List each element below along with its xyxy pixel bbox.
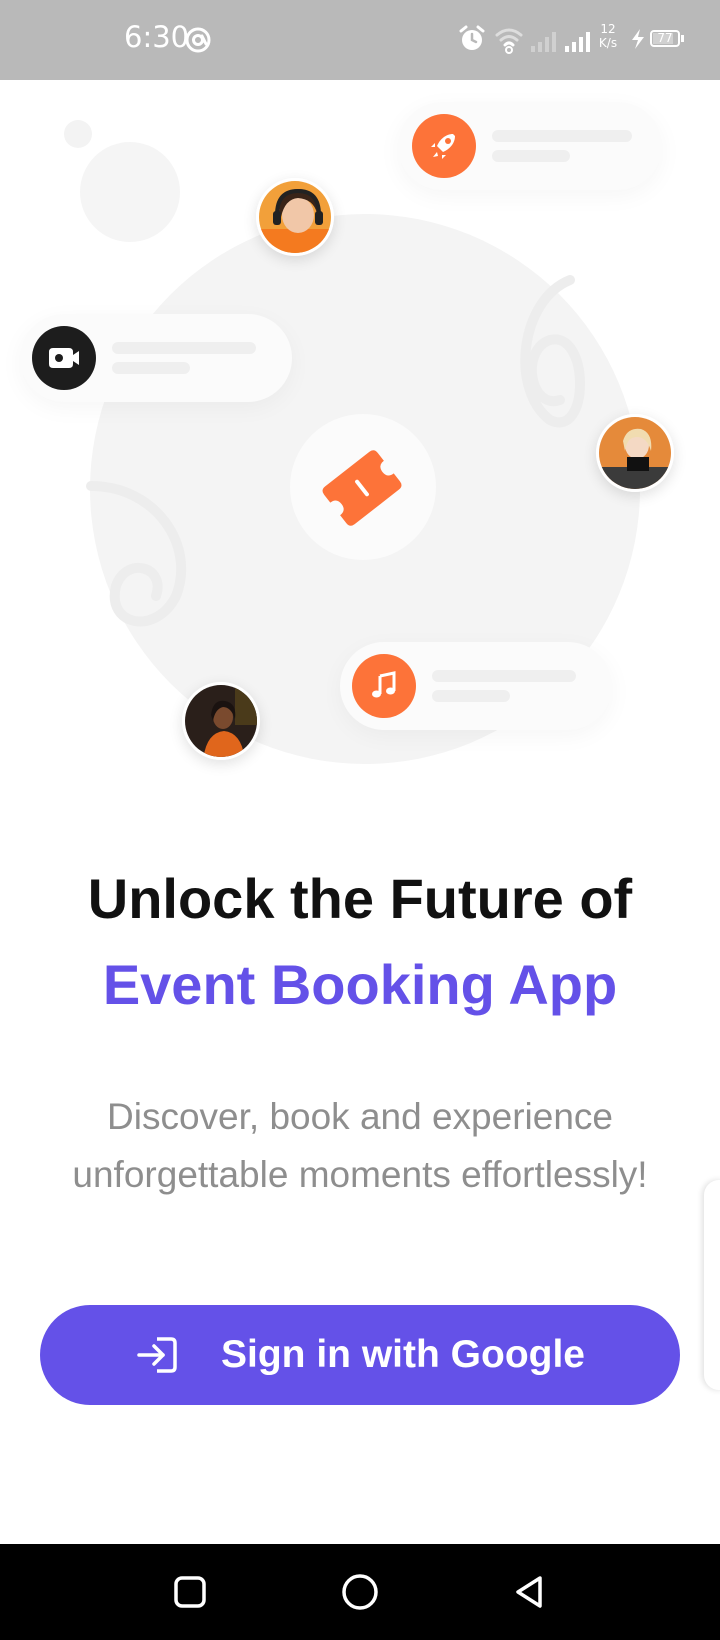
signal-icon [565,32,590,52]
swirl-decoration [520,275,585,428]
avatar-dj [596,414,674,492]
side-panel-handle[interactable] [704,1180,720,1390]
subtitle-line-2: unforgettable moments effortlessly! [72,1154,648,1195]
circle-icon [342,1574,378,1610]
hero-illustration [0,80,720,840]
network-speed: 12 K/s [594,22,622,50]
network-speed-value: 12 [600,22,616,36]
sign-in-with-google-button[interactable]: Sign in with Google [40,1305,680,1405]
charging-bolt-icon [632,29,644,49]
decor-dot [64,120,92,148]
music-note-icon [352,654,416,718]
headline-line-2: Event Booking App [102,953,618,1016]
avatar-party-girl [182,682,260,760]
at-sign-icon [185,27,211,53]
avatar-headphones-girl [256,178,334,256]
status-time: 6:30 [124,20,190,54]
subtitle-line-1: Discover, book and experience [107,1096,613,1137]
system-navigation-bar [0,1544,720,1640]
battery-level: 77 [657,31,673,45]
rocket-icon [412,114,476,178]
login-arrow-icon [135,1335,179,1375]
alarm-icon [459,25,485,50]
swirl-decoration [86,481,186,627]
ticket-icon [314,440,410,536]
decor-circle [80,142,180,242]
video-camera-icon [32,326,96,390]
battery-icon: 77 [650,30,680,47]
recent-apps-button[interactable] [164,1566,216,1618]
back-button[interactable] [504,1566,556,1618]
sign-in-button-label: Sign in with Google [221,1333,585,1376]
back-triangle-icon [516,1576,542,1608]
headline-line-1: Unlock the Future of [87,867,633,930]
network-speed-unit: K/s [598,36,618,50]
status-bar: 6:30 12 K/s 77 [0,0,720,80]
signal-weak-icon [531,32,556,52]
home-button[interactable] [334,1566,386,1618]
square-icon [174,1576,206,1608]
wifi-icon [495,28,523,54]
